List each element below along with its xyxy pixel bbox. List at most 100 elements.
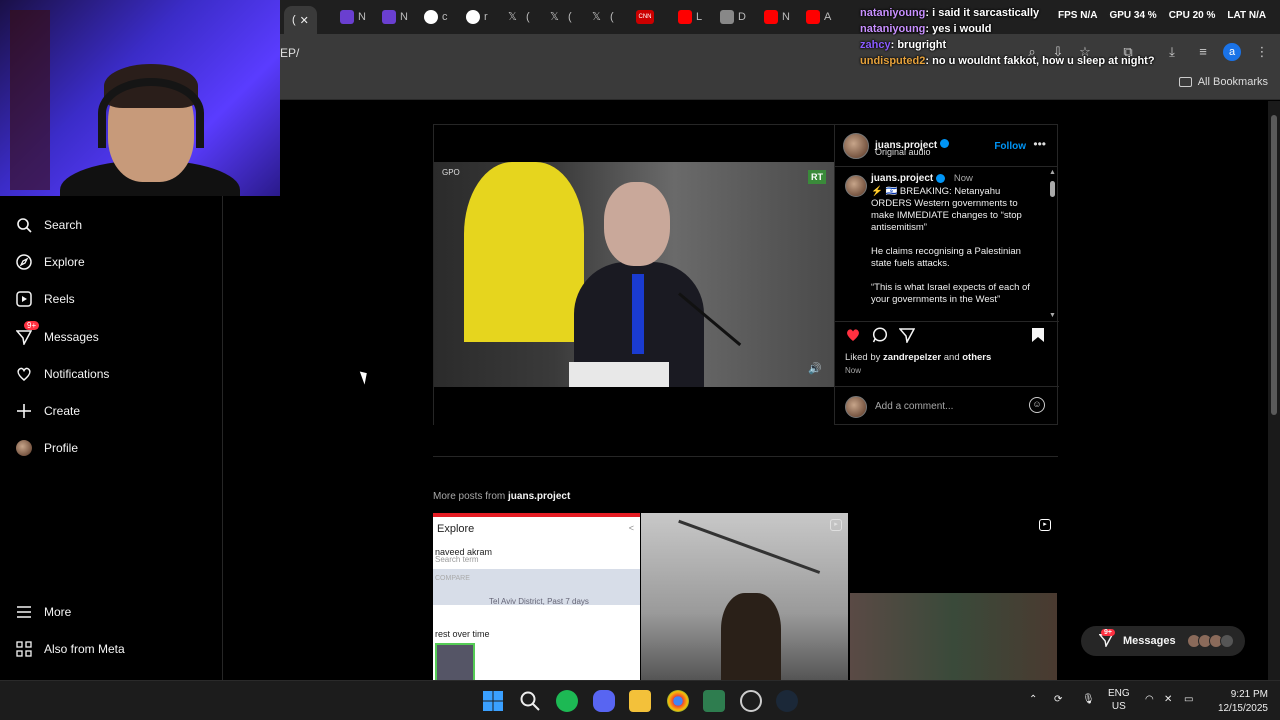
tab[interactable]: c (424, 6, 448, 28)
plus-icon (16, 403, 32, 419)
audio-label[interactable]: Original audio (875, 147, 931, 157)
tab-favicon-icon (340, 10, 354, 24)
video-player[interactable]: RT GPO 🔊 (434, 125, 834, 425)
chevron-up-icon[interactable]: ⌃ (1029, 693, 1037, 706)
x-icon: 𝕏 (592, 11, 601, 23)
share-icon: < (628, 523, 634, 533)
messenger-icon: 9+ (15, 321, 40, 347)
sidebar-item-create[interactable]: Create (16, 403, 80, 419)
tab[interactable]: L (678, 6, 702, 28)
all-bookmarks-button[interactable]: All Bookmarks (1178, 76, 1268, 88)
share-icon[interactable] (898, 327, 916, 348)
clock[interactable]: 9:21 PM 12/15/2025 (1218, 688, 1268, 716)
sidebar-item-label: Also from Meta (44, 642, 125, 656)
follow-button[interactable]: Follow (994, 141, 1026, 152)
tab[interactable]: N (340, 6, 366, 28)
sidebar-item-label: Notifications (44, 367, 110, 381)
notification-badge: 9+ (1101, 629, 1115, 636)
messages-label: Messages (1123, 635, 1176, 647)
tab[interactable]: N (764, 6, 790, 28)
sidebar-item-search[interactable]: Search (16, 217, 82, 233)
more-posts-username[interactable]: juans.project (508, 491, 570, 502)
sidebar-item-more[interactable]: More (16, 604, 71, 620)
download-icon[interactable]: ⤓ (1164, 44, 1180, 60)
app-icon[interactable] (703, 690, 725, 712)
windows-start-icon[interactable] (482, 690, 504, 712)
language-indicator[interactable]: ENG US (1108, 687, 1130, 713)
commenter-avatar (845, 396, 867, 418)
comment-box[interactable]: Add a comment... ☺ (835, 386, 1059, 426)
search-icon[interactable] (519, 690, 541, 712)
spotify-icon[interactable] (556, 690, 578, 712)
tab[interactable]: A (806, 6, 831, 28)
kebab-menu-icon[interactable]: ⋮ (1254, 44, 1270, 60)
sidebar-item-profile[interactable]: Profile (16, 440, 78, 456)
mute-icon[interactable]: ✕ (1164, 693, 1172, 706)
sidebar-item-explore[interactable]: Explore (16, 254, 85, 270)
sidebar-item-reels[interactable]: Reels (16, 291, 75, 307)
sidebar-item-label: Reels (44, 292, 75, 306)
post-tile[interactable]: Explore < naveed akram Search term COMPA… (433, 513, 640, 680)
close-tab-icon[interactable]: ✕ (300, 14, 309, 27)
tab[interactable]: r (466, 6, 488, 28)
battery-icon[interactable]: ▭ (1184, 693, 1193, 706)
sidebar-item-messages[interactable]: 9+ Messages (15, 321, 99, 347)
discord-icon[interactable] (593, 690, 615, 712)
messages-float-button[interactable]: 9+ Messages (1081, 626, 1245, 656)
tab[interactable]: 𝕏( (550, 6, 572, 28)
webcam-overlay (0, 0, 280, 196)
more-options-icon[interactable]: ••• (1033, 137, 1046, 151)
media-icon[interactable]: ≡ (1195, 44, 1211, 60)
tab[interactable]: CNN (636, 6, 654, 28)
scroll-up-icon[interactable]: ▲ (1049, 169, 1056, 176)
volume-icon[interactable]: 🔊 (808, 362, 822, 375)
chrome-icon[interactable] (667, 690, 689, 712)
tab[interactable]: D (720, 6, 746, 28)
fps-stat: FPS N/A (1058, 10, 1098, 21)
liked-by-user[interactable]: zandrepelzer (883, 352, 941, 363)
tab[interactable]: N (382, 6, 408, 28)
sidebar-item-notifications[interactable]: Notifications (16, 366, 109, 382)
sidebar-item-label: Create (44, 404, 81, 418)
tab[interactable]: 𝕏( (508, 6, 530, 28)
wifi-icon[interactable]: ◠ (1145, 693, 1154, 706)
cpu-stat: CPU 20 % (1168, 10, 1216, 21)
post-tile[interactable]: ▸ (850, 513, 1057, 680)
compass-icon (16, 254, 32, 270)
like-heart-icon[interactable] (845, 327, 861, 348)
caption-scrollbar[interactable]: ▲ ▼ (1048, 169, 1056, 319)
reel-icon: ▸ (1039, 519, 1051, 531)
emoji-icon[interactable]: ☺ (1029, 397, 1045, 413)
more-posts-heading: More posts from juans.project (433, 491, 571, 502)
gpu-stat: GPU 34 % (1109, 10, 1157, 21)
browser-profile-avatar[interactable]: a (1223, 43, 1241, 61)
youtube-icon (678, 10, 692, 24)
steam-icon[interactable] (776, 690, 798, 712)
file-explorer-icon[interactable] (629, 690, 651, 712)
x-icon: 𝕏 (550, 11, 559, 23)
comment-input[interactable]: Add a comment... (875, 401, 953, 412)
performance-stats: FPS N/A GPU 34 % CPU 20 % LAT N/A (1058, 10, 1266, 21)
tab-active[interactable]: ( ✕ (284, 6, 317, 34)
save-bookmark-icon[interactable] (1031, 327, 1045, 348)
microphone-icon[interactable]: 🎙 (1082, 693, 1095, 706)
author-avatar[interactable] (843, 133, 869, 159)
url-text[interactable]: EP/ (280, 46, 299, 60)
paper (569, 362, 669, 387)
post-sidebar: juans.project Original audio Follow ••• … (834, 125, 1059, 426)
caption-paragraph: “This is what Israel expects of each of … (871, 282, 1030, 305)
obs-icon[interactable] (740, 690, 762, 712)
caption-username[interactable]: juans.project (871, 173, 933, 184)
liked-by-others[interactable]: others (962, 352, 991, 363)
sync-icon[interactable]: ⟳ (1054, 693, 1062, 706)
youtube-icon (806, 10, 820, 24)
section-divider (433, 456, 1058, 457)
comment-icon[interactable] (872, 327, 888, 348)
scroll-down-icon[interactable]: ▼ (1049, 312, 1056, 319)
post-tile[interactable]: ▸ (641, 513, 848, 680)
caption-avatar[interactable] (845, 175, 867, 197)
verified-badge-icon (936, 173, 946, 183)
tab[interactable]: 𝕏( (592, 6, 614, 28)
sidebar-item-also-from-meta[interactable]: Also from Meta (16, 641, 125, 657)
page-scrollbar[interactable] (1268, 101, 1280, 680)
